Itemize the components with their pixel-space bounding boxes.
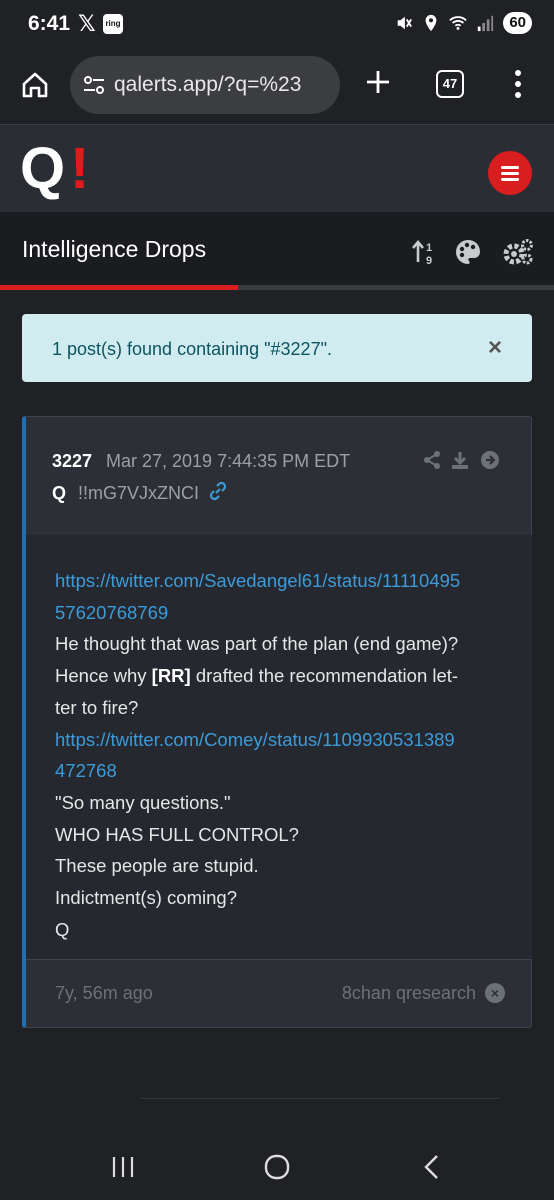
system-nav-bar	[0, 1130, 554, 1200]
post-line: Hence why [RR] drafted the recommendatio…	[55, 660, 503, 692]
status-bar: 6:41 𝕏 ring 60	[0, 0, 554, 52]
post-tripcode: !!mG7VJxZNCI	[78, 483, 200, 503]
hamburger-menu-button[interactable]	[488, 151, 532, 195]
search-result-alert: 1 post(s) found containing "#3227". ×	[22, 314, 532, 382]
home-circle-icon[interactable]	[262, 1152, 292, 1182]
back-icon[interactable]	[418, 1152, 448, 1182]
svg-text:9: 9	[426, 255, 432, 266]
ring-app-icon: ring	[103, 14, 123, 34]
download-icon[interactable]	[450, 450, 470, 470]
alert-close-button[interactable]: ×	[488, 336, 502, 360]
status-icons: 60	[395, 12, 532, 34]
settings-cogs-icon[interactable]	[502, 238, 534, 266]
browser-toolbar: qalerts.app/?q=%23 47	[0, 52, 554, 124]
recent-apps-icon[interactable]	[108, 1152, 138, 1182]
post-line-part: drafted the recommendation let-	[190, 665, 459, 687]
alert-message: 1 post(s) found containing "#3227".	[52, 339, 332, 359]
post-header: 3227 Mar 27, 2019 7:44:35 PM EDT Q !!mG7…	[26, 417, 532, 536]
share-icon[interactable]	[422, 450, 442, 470]
post-signature: Q	[55, 918, 70, 940]
reading-progress-fill	[0, 285, 239, 290]
site-logo-exclamation[interactable]: !	[70, 139, 89, 199]
tabs-icon[interactable]: 47	[436, 70, 464, 98]
post-body: https://twitter.com/Savedangel61/status/…	[26, 535, 532, 960]
post-number[interactable]: 3227	[52, 451, 92, 472]
post-line-part: Hence why	[55, 665, 152, 687]
arrow-right-circle-icon[interactable]	[480, 450, 500, 470]
menu-bar-icon	[501, 172, 519, 175]
tweet-link-savedangel61[interactable]: https://twitter.com/Savedangel61/status/…	[55, 565, 503, 597]
post-card: 3227 Mar 27, 2019 7:44:35 PM EDT Q !!mG7…	[22, 416, 532, 1028]
permalink-icon[interactable]	[208, 481, 228, 501]
post-line: These people are stupid.	[55, 855, 259, 877]
more-vert-icon[interactable]	[510, 68, 526, 100]
svg-text:1: 1	[426, 242, 432, 254]
post-line: ter to fire?	[55, 696, 139, 718]
post-line: He thought that was part of the plan (en…	[55, 633, 459, 655]
home-icon[interactable]	[20, 70, 50, 100]
post-age: 7y, 56m ago	[55, 983, 153, 1003]
url-text[interactable]: qalerts.app/?q=%23	[114, 73, 336, 97]
post-date: Mar 27, 2019 7:44:35 PM EDT	[106, 451, 351, 471]
post-line: WHO HAS FULL CONTROL?	[55, 823, 299, 845]
title-bar: Intelligence Drops 19	[0, 212, 554, 286]
address-bar[interactable]: qalerts.app/?q=%23	[70, 56, 340, 114]
site-settings-icon[interactable]	[82, 74, 106, 96]
reading-progress-bar	[0, 285, 554, 290]
tweet-link-savedangel61-cont[interactable]: 57620768769	[55, 597, 503, 629]
source-close-icon[interactable]: ×	[485, 983, 505, 1003]
site-header: Q !	[0, 124, 554, 213]
post-line: "So many questions."	[55, 791, 231, 813]
post-text: https://twitter.com/Savedangel61/status/…	[55, 565, 503, 945]
menu-bar-icon	[501, 178, 519, 181]
battery-badge: 60	[503, 12, 532, 34]
menu-bar-icon	[501, 166, 519, 169]
post-source[interactable]: 8chan qresearch	[342, 983, 476, 1004]
new-tab-icon[interactable]	[364, 68, 392, 96]
status-time: 6:41	[28, 12, 71, 35]
x-app-icon: 𝕏	[78, 11, 96, 36]
tweet-link-comey-cont[interactable]: 472768	[55, 755, 503, 787]
tweet-link-comey[interactable]: https://twitter.com/Comey/status/1109930…	[55, 724, 503, 756]
location-icon	[425, 14, 437, 32]
post-line-bold: [RR]	[151, 665, 191, 687]
sort-numeric-icon[interactable]: 19	[410, 238, 438, 266]
mute-icon	[398, 16, 413, 30]
divider	[140, 1098, 500, 1099]
post-author: Q	[52, 483, 67, 503]
page-title: Intelligence Drops	[22, 236, 207, 262]
post-footer: 7y, 56m ago 8chan qresearch ×	[26, 959, 532, 1027]
wifi-icon	[449, 16, 468, 30]
site-logo-q[interactable]: Q	[20, 139, 65, 199]
post-line: Indictment(s) coming?	[55, 887, 237, 909]
palette-icon[interactable]	[454, 238, 482, 266]
signal-icon	[478, 15, 494, 32]
